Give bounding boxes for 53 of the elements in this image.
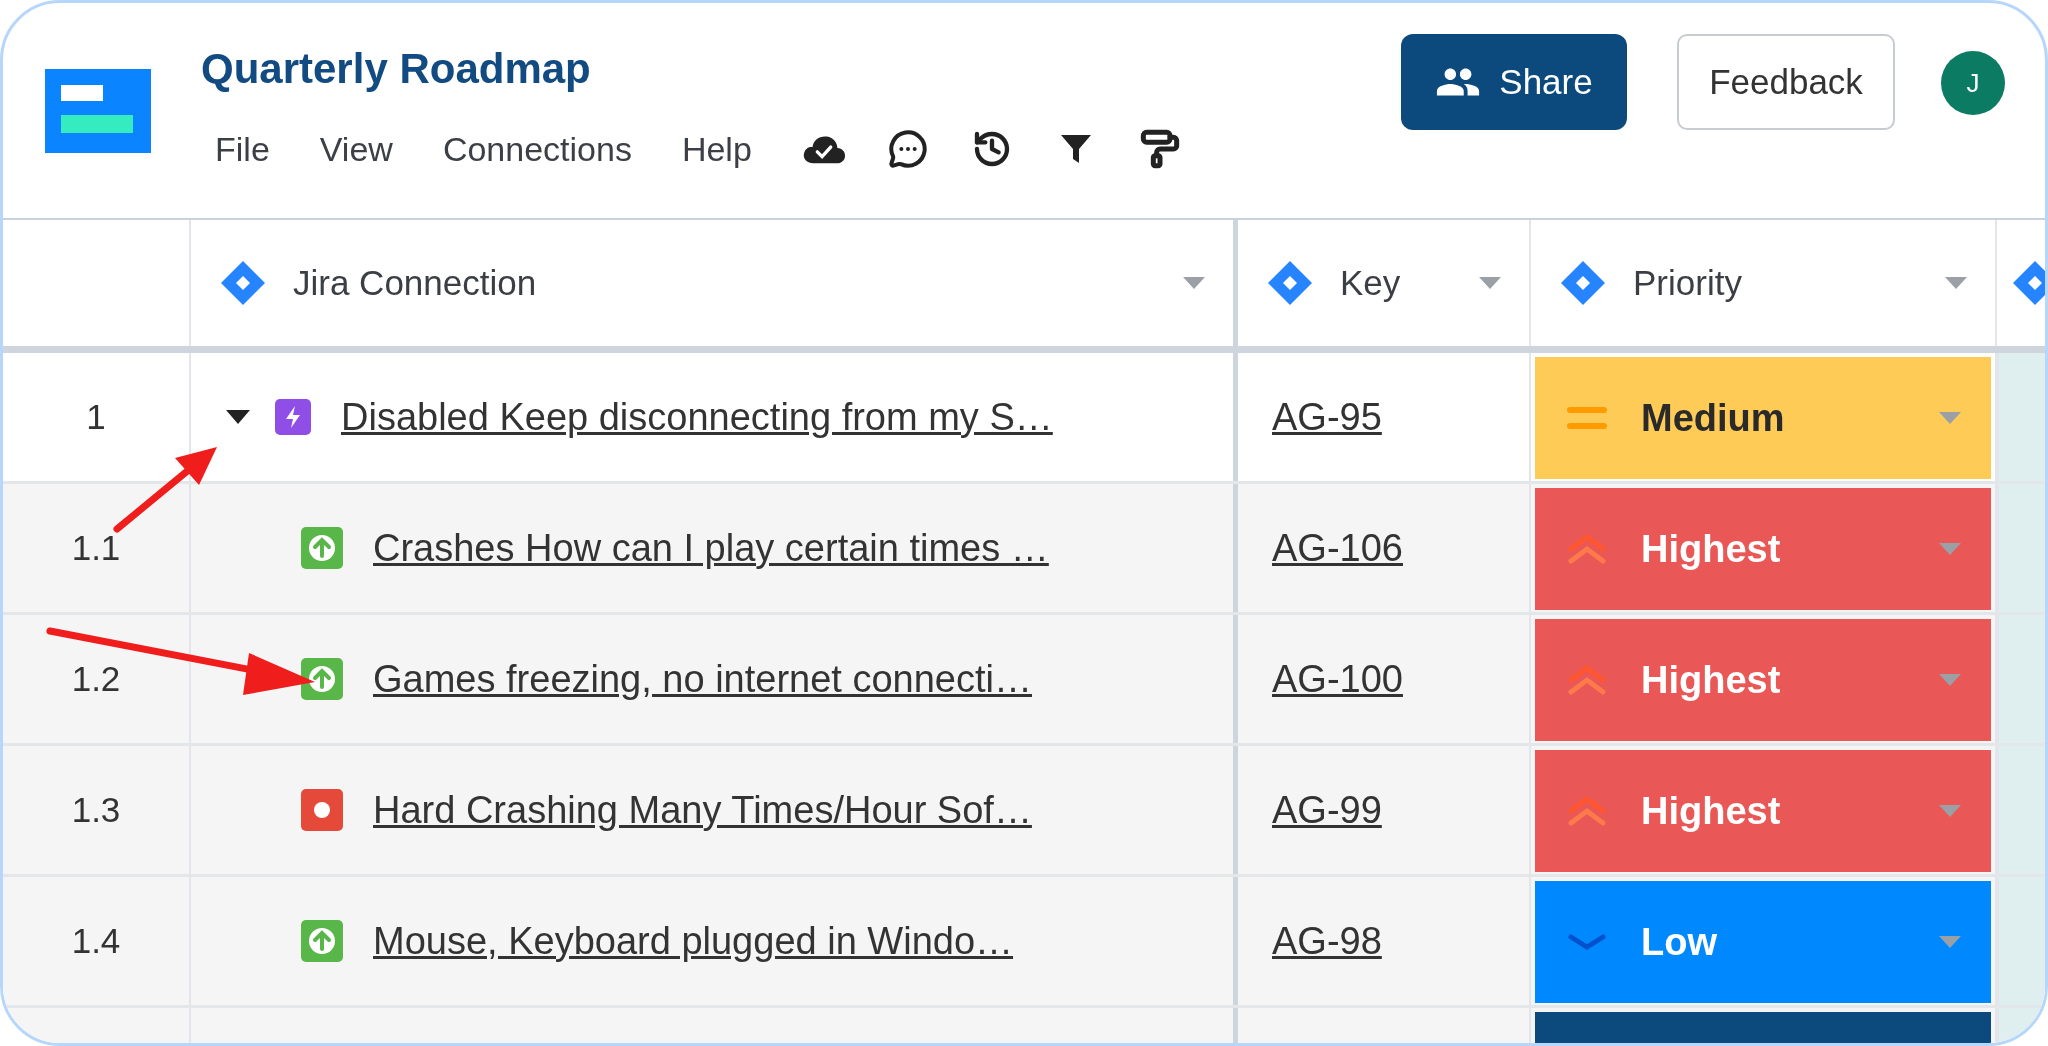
row-number: 1 xyxy=(86,397,106,437)
caret-down-icon xyxy=(1939,543,1961,555)
issue-summary-link[interactable]: Mouse, Keyboard plugged in Windo… xyxy=(373,919,1014,963)
caret-down-icon xyxy=(1945,277,1967,289)
double-chevron-up-icon xyxy=(1567,533,1607,565)
lightning-icon xyxy=(275,399,311,435)
issue-key-link[interactable]: AG-106 xyxy=(1272,526,1403,570)
caret-down-icon xyxy=(1939,412,1961,424)
column-header[interactable]: Key xyxy=(1238,220,1531,346)
issue-key-link[interactable]: AG-98 xyxy=(1272,919,1382,963)
row-number: 1.3 xyxy=(71,790,121,830)
priority-dropdown[interactable]: Medium xyxy=(1535,357,1991,479)
issue-summary-link[interactable]: Hard Crashing Many Times/Hour Sof… xyxy=(373,788,1032,832)
feedback-button[interactable]: Feedback xyxy=(1677,34,1895,130)
caret-down-icon xyxy=(1939,805,1961,817)
double-chevron-up-icon xyxy=(1567,795,1607,827)
caret-down-icon xyxy=(1939,674,1961,686)
issue-summary-link[interactable]: Disabled Keep disconnecting from my S… xyxy=(341,395,1053,439)
issue-key-link[interactable]: AG-95 xyxy=(1272,395,1382,439)
issue-key-link[interactable]: AG-99 xyxy=(1272,788,1382,832)
issue-summary-link[interactable]: Games freezing, no internet connecti… xyxy=(373,657,1032,701)
priority-dropdown[interactable]: Highest xyxy=(1535,619,1991,741)
menu-item[interactable]: View xyxy=(319,129,393,169)
share-button[interactable]: Share xyxy=(1401,34,1627,130)
priority-dropdown[interactable]: Low xyxy=(1535,881,1991,1003)
column-header[interactable]: Jira Connection xyxy=(191,220,1238,346)
diamond-icon xyxy=(1266,259,1314,307)
diamond-icon xyxy=(219,259,267,307)
priority-dropdown[interactable]: Highest xyxy=(1535,488,1991,610)
diamond-icon xyxy=(2011,259,2045,307)
menu-item[interactable]: Connections xyxy=(442,129,632,169)
menu-item[interactable]: File xyxy=(215,129,270,169)
caret-down-icon xyxy=(1183,277,1205,289)
filter-icon[interactable] xyxy=(1058,132,1093,166)
user-avatar[interactable]: J xyxy=(1941,51,2005,115)
caret-down-icon xyxy=(1479,277,1501,289)
medium-priority-icon xyxy=(1567,405,1607,431)
issue-summary-link[interactable]: Crashes How can I play certain times … xyxy=(373,526,1049,570)
comment-icon[interactable] xyxy=(887,129,928,169)
issue-key-link[interactable]: AG-100 xyxy=(1272,657,1403,701)
paint-roller-icon[interactable] xyxy=(1139,129,1180,169)
menu-item[interactable]: Help xyxy=(681,129,752,169)
row-number: 1.2 xyxy=(71,659,121,699)
chevron-down-icon xyxy=(1567,932,1607,952)
caret-down-icon xyxy=(1939,936,1961,948)
priority-dropdown[interactable]: Highest xyxy=(1535,750,1991,872)
row-number: 1.4 xyxy=(71,921,121,961)
row-number: 1.1 xyxy=(71,528,121,568)
cloud-check-icon[interactable] xyxy=(801,133,846,165)
diamond-icon xyxy=(1559,259,1607,307)
document-title: Quarterly Roadmap xyxy=(201,45,592,93)
column-header[interactable]: Priority xyxy=(1531,220,1997,346)
double-chevron-up-icon xyxy=(1567,664,1607,696)
